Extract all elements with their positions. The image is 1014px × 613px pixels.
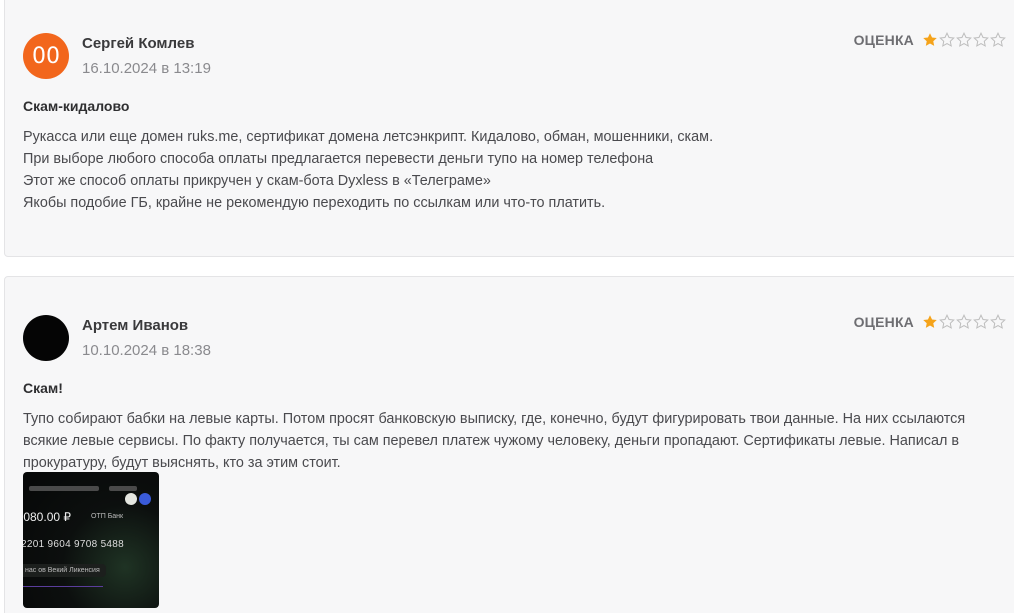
avatar[interactable]: 00 (23, 33, 69, 79)
review-text-line: Рукасса или еще домен ruks.me, сертифика… (23, 129, 714, 145)
screenshot-recipient: нас ов Векий Ликенсия (23, 564, 106, 577)
screenshot-card-number: 2201 9604 9708 5488 (23, 539, 125, 550)
rating-stars (922, 32, 1007, 48)
star-empty-icon (939, 32, 955, 47)
star-empty-icon (956, 314, 972, 329)
avatar[interactable] (23, 315, 69, 361)
screenshot-divider (23, 586, 103, 587)
review-card: 00 Сергей Комлев 16.10.2024 в 13:19 ОЦЕН… (4, 0, 1014, 257)
star-empty-icon (973, 314, 989, 329)
rating-label: ОЦЕНКА (853, 32, 914, 48)
review-text-line: прокуратуру, будут выяснять, кто за этим… (23, 455, 341, 471)
star-empty-icon (990, 32, 1006, 47)
author-name[interactable]: Сергей Комлев (82, 35, 194, 52)
review-date: 16.10.2024 в 13:19 (82, 60, 211, 77)
review-text-line: При выборе любого способа оплаты предлаг… (23, 151, 654, 167)
review-text-line: Якобы подобие ГБ, крайне не рекомендую п… (23, 195, 606, 211)
screenshot-amount: ,080.00 ₽ (23, 510, 72, 524)
review-card: Артем Иванов 10.10.2024 в 18:38 ОЦЕНКА С… (4, 276, 1014, 613)
bank-logo-icon (125, 493, 137, 505)
star-empty-icon (956, 32, 972, 47)
star-filled-icon (923, 315, 937, 328)
author-name[interactable]: Артем Иванов (82, 317, 188, 334)
review-title: Скам-кидалово (23, 98, 130, 114)
review-text-line: Тупо собирают бабки на левые карты. Пото… (23, 411, 966, 427)
attachment-thumbnail[interactable]: ,080.00 ₽ ОТП Банк 2201 9604 9708 5488 н… (23, 472, 159, 608)
rating-stars (922, 314, 1007, 330)
review-date: 10.10.2024 в 18:38 (82, 342, 211, 359)
star-empty-icon (990, 314, 1006, 329)
rating: ОЦЕНКА (854, 314, 1007, 330)
rating: ОЦЕНКА (854, 32, 1007, 48)
star-empty-icon (973, 32, 989, 47)
review-text-line: Этот же способ оплаты прикручен у скам-б… (23, 173, 491, 189)
star-filled-icon (923, 33, 937, 46)
review-body: Тупо собирают бабки на левые карты. Пото… (23, 408, 1003, 474)
review-text-line: всякие левые сервисы. По факту получаетс… (23, 433, 960, 449)
star-empty-icon (939, 314, 955, 329)
review-title: Скам! (23, 380, 63, 396)
screenshot-bank: ОТП Банк (91, 513, 124, 520)
rating-label: ОЦЕНКА (853, 314, 914, 330)
screenshot-header (23, 482, 159, 496)
review-body: Рукасса или еще домен ruks.me, сертифика… (23, 126, 1003, 214)
bank-logo-icon (139, 493, 151, 505)
